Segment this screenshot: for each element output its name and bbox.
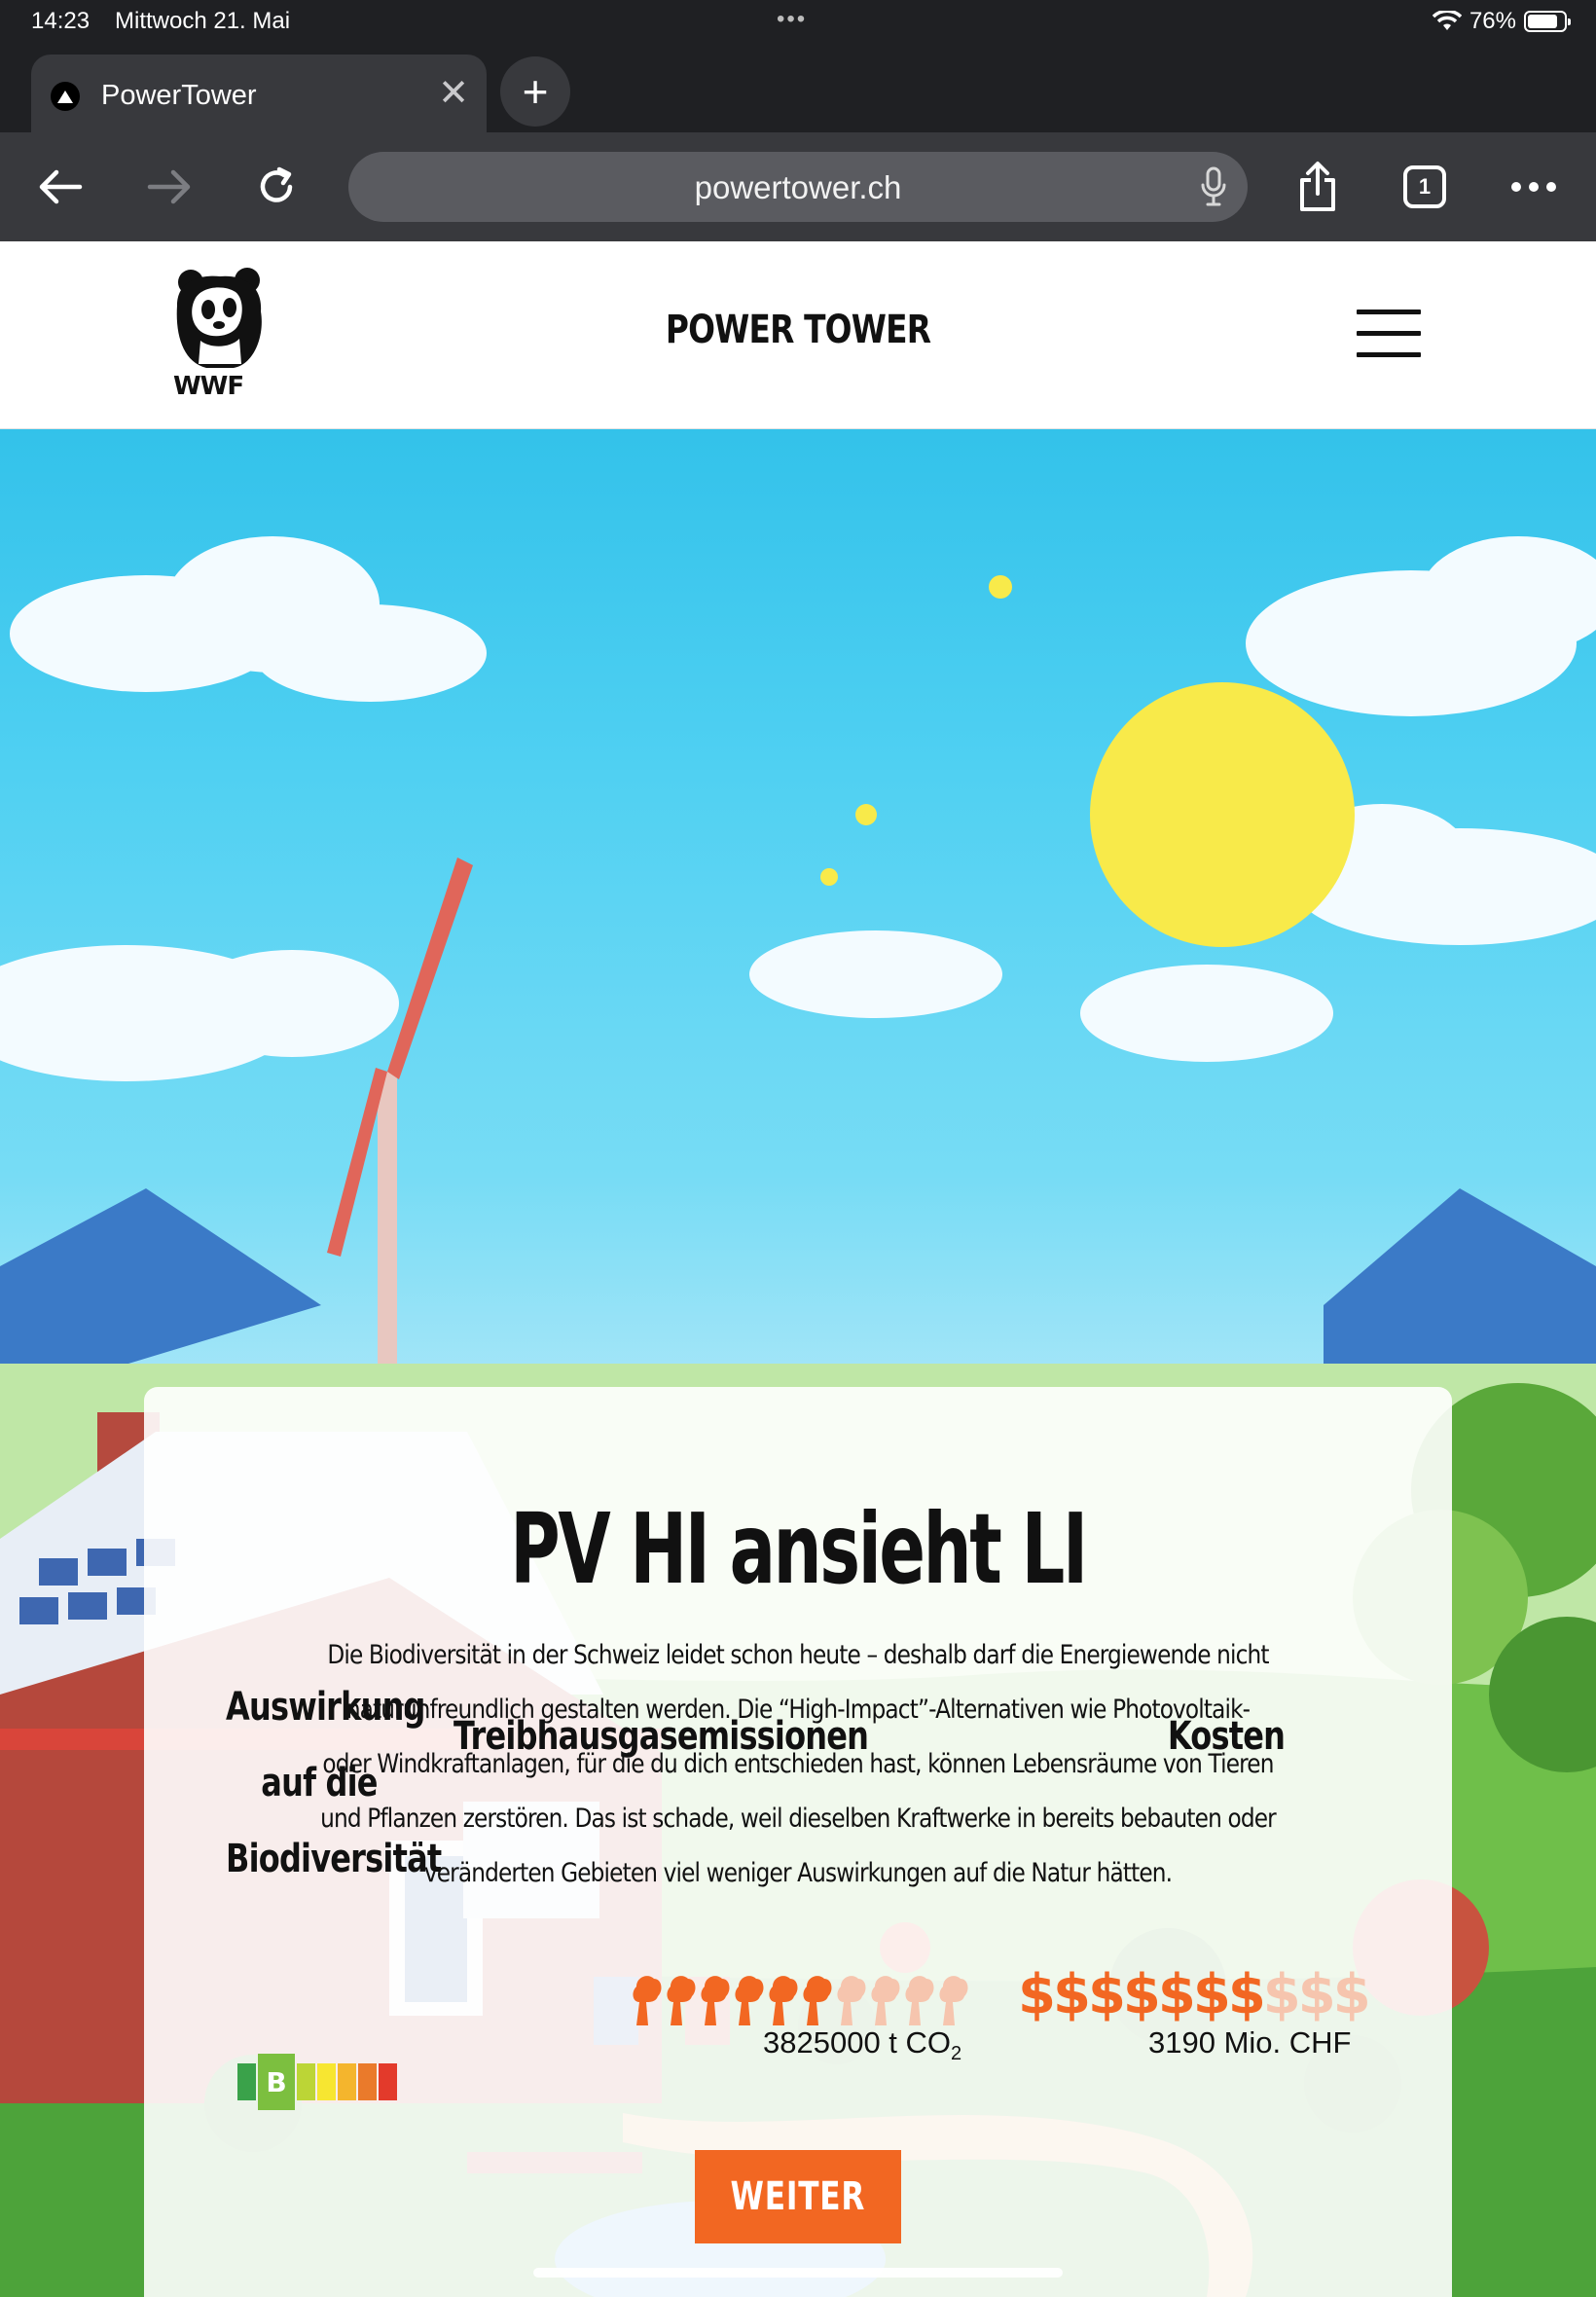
tabs-button[interactable]: 1 bbox=[1394, 156, 1456, 218]
cost-symbol-filled: $ bbox=[1122, 1963, 1161, 2026]
cost-symbol-empty: $ bbox=[1332, 1963, 1371, 2026]
emissions-value: 3825000 t CO2 bbox=[763, 2025, 961, 2065]
cost-symbol-empty: $ bbox=[1297, 1963, 1336, 2026]
battery-icon bbox=[1524, 11, 1571, 32]
emission-icon-empty bbox=[939, 1976, 968, 2025]
rating-segment bbox=[338, 2063, 356, 2100]
rating-segment bbox=[317, 2063, 336, 2100]
site-title: POWER TOWER bbox=[665, 308, 931, 352]
browser-toolbar: powertower.ch 1 bbox=[0, 132, 1596, 241]
tab-count-icon: 1 bbox=[1403, 165, 1446, 208]
emission-icon-filled bbox=[803, 1976, 832, 2025]
costs-gauge: $$$$$$$$$$ bbox=[1018, 1963, 1371, 2026]
more-button[interactable] bbox=[1503, 156, 1565, 218]
cost-symbol-empty: $ bbox=[1262, 1963, 1301, 2026]
rating-segment bbox=[297, 2063, 315, 2100]
cost-symbol-filled: $ bbox=[1087, 1963, 1126, 2026]
emission-icon-empty bbox=[905, 1976, 934, 2025]
status-bar: 14:23 Mittwoch 21. Mai ••• 76% bbox=[0, 0, 1596, 47]
emission-icon-filled bbox=[633, 1976, 662, 2025]
back-button[interactable] bbox=[29, 156, 91, 218]
forward-button[interactable] bbox=[138, 156, 200, 218]
multitask-dots-icon[interactable]: ••• bbox=[777, 6, 807, 33]
tab-title: PowerTower bbox=[101, 80, 257, 111]
microphone-icon[interactable] bbox=[1199, 165, 1228, 208]
address-bar[interactable]: powertower.ch bbox=[348, 152, 1248, 222]
biodiversity-rating-scale: B bbox=[237, 2054, 399, 2110]
emissions-value-sub: 2 bbox=[951, 2043, 962, 2065]
hero-section: PV HI ansieht LI Die Biodiversität in de… bbox=[0, 429, 1596, 2297]
weiter-label: WEITER bbox=[730, 2174, 866, 2219]
weiter-button[interactable]: WEITER bbox=[695, 2150, 901, 2243]
rating-segment bbox=[358, 2063, 377, 2100]
rating-segment bbox=[379, 2063, 397, 2100]
tab-strip: PowerTower ✕ + bbox=[0, 47, 1596, 132]
emission-icon-filled bbox=[667, 1976, 696, 2025]
emissions-gauge bbox=[631, 1973, 971, 2025]
emission-icon-filled bbox=[735, 1976, 764, 2025]
status-right: 76% bbox=[1432, 8, 1571, 35]
share-icon bbox=[1300, 162, 1335, 211]
close-tab-icon[interactable]: ✕ bbox=[438, 74, 469, 113]
status-date: Mittwoch 21. Mai bbox=[115, 8, 291, 34]
browser-tab[interactable]: PowerTower ✕ bbox=[31, 55, 487, 132]
wifi-icon bbox=[1432, 11, 1462, 30]
rating-segment bbox=[237, 2063, 256, 2100]
reload-icon bbox=[260, 166, 293, 202]
arrow-left-icon bbox=[39, 169, 83, 204]
cost-symbol-filled: $ bbox=[1192, 1963, 1231, 2026]
hamburger-line bbox=[1357, 352, 1421, 357]
tab-count: 1 bbox=[1418, 174, 1432, 199]
more-icon bbox=[1511, 182, 1556, 192]
emissions-heading: Treibhausgasemissionen bbox=[453, 1714, 869, 1759]
rating-active-segment: B bbox=[258, 2054, 295, 2110]
hamburger-line bbox=[1357, 331, 1421, 336]
emissions-value-text: 3825000 t CO bbox=[763, 2025, 952, 2060]
biodiversity-heading-line2: Biodiversität bbox=[226, 1837, 442, 1881]
emission-icon-empty bbox=[871, 1976, 900, 2025]
cost-symbol-filled: $ bbox=[1052, 1963, 1091, 2026]
status-time: 14:23 bbox=[31, 8, 91, 34]
card-title: PV HI ansieht LI bbox=[510, 1492, 1088, 1606]
home-indicator[interactable] bbox=[533, 2268, 1063, 2278]
cost-symbol-filled: $ bbox=[1227, 1963, 1266, 2026]
new-tab-button[interactable]: + bbox=[500, 56, 570, 127]
costs-value: 3190 Mio. CHF bbox=[1148, 2025, 1352, 2060]
logo-text: WWF bbox=[173, 372, 244, 401]
emission-icon-filled bbox=[769, 1976, 798, 2025]
arrow-right-icon bbox=[147, 169, 191, 204]
costs-heading: Kosten bbox=[1167, 1714, 1286, 1759]
battery-percent: 76% bbox=[1469, 8, 1516, 34]
favicon-icon bbox=[51, 82, 80, 111]
emission-icon-filled bbox=[701, 1976, 730, 2025]
reload-button[interactable] bbox=[245, 156, 308, 218]
hamburger-line bbox=[1357, 310, 1421, 314]
emission-icon-empty bbox=[837, 1976, 866, 2025]
biodiversity-heading-line1: Auswirkung auf die bbox=[226, 1685, 425, 1805]
url-text: powertower.ch bbox=[694, 169, 902, 205]
menu-button[interactable] bbox=[1357, 310, 1421, 358]
cost-symbol-filled: $ bbox=[1157, 1963, 1196, 2026]
biodiversity-heading: Auswirkung auf die Biodiversität bbox=[226, 1669, 442, 1897]
result-card: PV HI ansieht LI Die Biodiversität in de… bbox=[144, 1387, 1452, 2297]
site-header: WWF POWER TOWER bbox=[0, 241, 1596, 429]
cost-symbol-filled: $ bbox=[1018, 1963, 1056, 2026]
share-button[interactable] bbox=[1287, 156, 1349, 218]
